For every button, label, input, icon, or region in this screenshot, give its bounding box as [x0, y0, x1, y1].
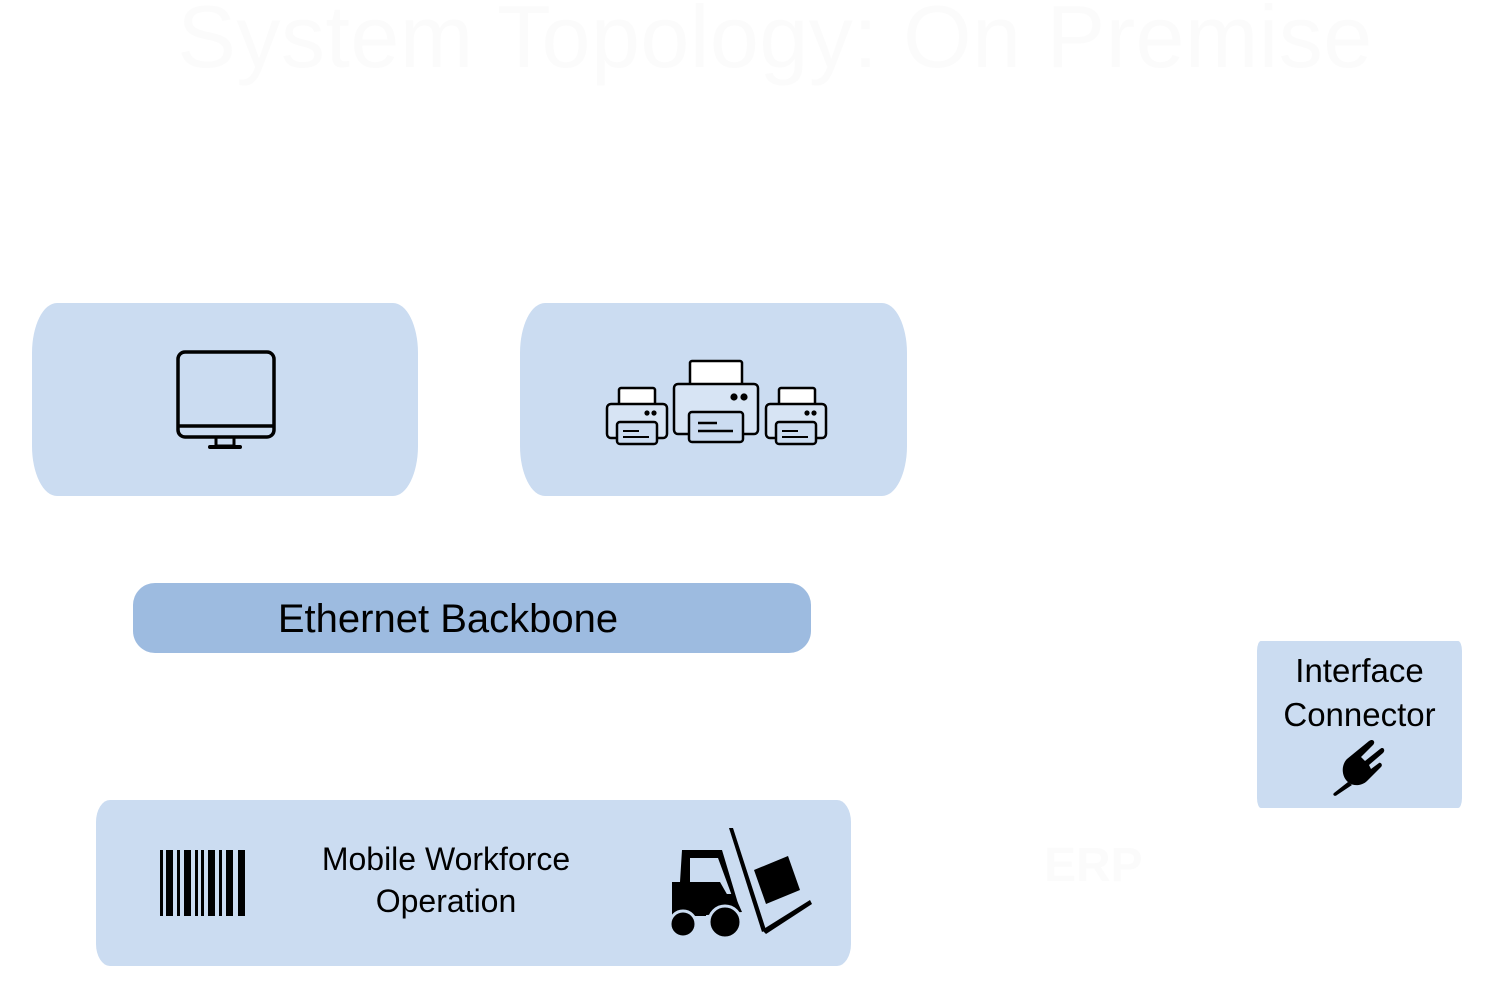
workstation-node[interactable]	[32, 303, 418, 496]
diagram-title: System Topology: On Premise	[177, 0, 1373, 86]
mobile-workforce-label-line1: Mobile Workforce	[321, 841, 571, 877]
monitor-icon	[176, 350, 276, 452]
printers-icon	[605, 358, 830, 448]
forklift-icon	[670, 826, 815, 942]
interface-connector-label-line1: Interface	[1295, 652, 1424, 689]
barcode-icon	[160, 850, 248, 918]
mobile-workforce-label: Mobile Workforce Operation	[286, 838, 606, 922]
interface-connector-label-line2: Connector	[1283, 696, 1436, 733]
interface-connector-node[interactable]: Interface Connector	[1257, 641, 1462, 808]
plug-icon	[1331, 737, 1393, 797]
interface-connector-label: Interface Connector	[1257, 649, 1462, 737]
printer-icon-right	[764, 386, 828, 446]
mobile-workforce-label-line2: Operation	[375, 883, 517, 919]
erp-label: ERP	[1044, 839, 1143, 892]
printers-node[interactable]	[520, 303, 907, 496]
ethernet-backbone-label: Ethernet Backbone	[277, 596, 619, 641]
printer-icon-left	[605, 386, 669, 446]
mobile-workforce-node[interactable]: Mobile Workforce Operation	[96, 800, 851, 966]
printer-icon-center	[672, 359, 760, 444]
ethernet-backbone-node[interactable]: Ethernet Backbone	[133, 583, 811, 653]
